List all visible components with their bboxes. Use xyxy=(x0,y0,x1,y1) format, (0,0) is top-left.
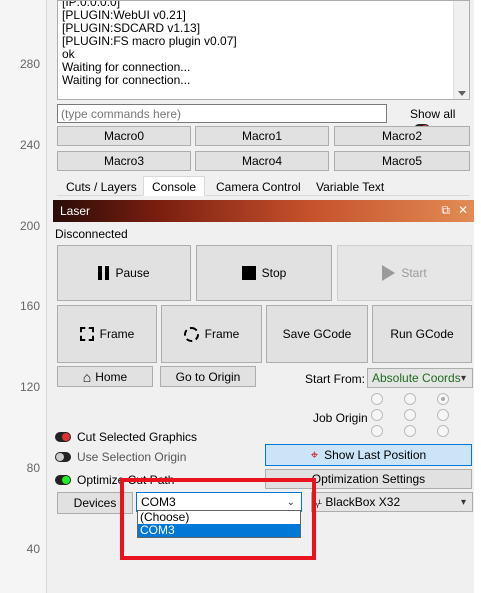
stop-label: Stop xyxy=(261,266,287,280)
tab-camera-control[interactable]: Camera Control xyxy=(207,176,310,196)
home-button[interactable]: ⌂ Home xyxy=(57,366,153,387)
ruler-tick: 40 xyxy=(26,542,40,556)
origin-radio-tl[interactable] xyxy=(371,393,383,405)
play-icon xyxy=(382,265,396,281)
toggle-icon[interactable] xyxy=(55,475,71,485)
go-to-origin-button[interactable]: Go to Origin xyxy=(160,366,256,387)
macro-button[interactable]: Macro0 xyxy=(57,126,191,146)
show-last-position-label: Show Last Position xyxy=(324,448,427,462)
toggle-icon[interactable] xyxy=(55,452,71,462)
crosshair-icon: ⌖ xyxy=(310,447,319,462)
highlight-annotation-box xyxy=(120,478,316,560)
canvas-edge xyxy=(473,0,481,593)
laser-window-header: Laser ⧉ ✕ xyxy=(53,200,474,222)
stop-icon xyxy=(241,266,256,280)
frame-circle-icon xyxy=(183,326,199,342)
start-label: Start xyxy=(401,266,427,280)
scroll-down-icon[interactable] xyxy=(458,91,466,96)
console-scrollbar[interactable] xyxy=(453,1,469,99)
show-all-label: Show all xyxy=(410,107,456,121)
console-line: [PLUGIN:FS macro plugin v0.07] xyxy=(62,34,237,48)
ruler-tick: 280 xyxy=(19,57,40,71)
origin-radio-bl[interactable] xyxy=(371,425,383,437)
toggle-icon[interactable] xyxy=(55,432,71,442)
origin-radio-tc[interactable] xyxy=(404,393,416,405)
pause-label: Pause xyxy=(115,266,150,280)
cut-selected-row[interactable]: Cut Selected Graphics xyxy=(55,430,197,444)
use-selection-origin-row[interactable]: Use Selection Origin xyxy=(55,450,186,464)
chevron-down-icon: ▾ xyxy=(460,497,466,508)
macro-button[interactable]: Macro3 xyxy=(57,151,191,171)
ruler-tick: 240 xyxy=(19,138,40,152)
macro-button[interactable]: Macro5 xyxy=(334,151,470,171)
restore-icon[interactable]: ⧉ xyxy=(441,203,450,218)
macro-button[interactable]: Macro4 xyxy=(195,151,329,171)
cut-selected-label: Cut Selected Graphics xyxy=(77,430,198,444)
device-icon: ᵧᴸ xyxy=(316,498,323,508)
origin-radio-mc[interactable] xyxy=(404,409,416,421)
ruler-tick: 200 xyxy=(19,219,40,233)
origin-radio-tr[interactable] xyxy=(437,393,449,405)
tab-bar: Cuts / Layers Console Camera Control Var… xyxy=(57,176,470,196)
ruler-tick: 160 xyxy=(19,299,40,313)
tab-console[interactable]: Console xyxy=(143,176,206,196)
home-icon: ⌂ xyxy=(82,368,92,385)
save-gcode-button[interactable]: Save GCode xyxy=(266,305,368,363)
tab-cuts-layers[interactable]: Cuts / Layers xyxy=(57,176,146,196)
close-icon[interactable]: ✕ xyxy=(458,203,468,217)
pause-icon xyxy=(98,266,110,280)
macro-button[interactable]: Macro2 xyxy=(334,126,470,146)
start-from-select[interactable]: Absolute Coords ▾ xyxy=(367,368,473,388)
frame-rect-icon xyxy=(79,327,94,341)
connection-status: Disconnected xyxy=(55,227,128,241)
command-input[interactable]: (type commands here) xyxy=(57,104,387,123)
start-button[interactable]: Start xyxy=(337,245,472,301)
origin-radio-br[interactable] xyxy=(437,425,449,437)
vertical-ruler: 280 240 200 160 120 80 40 xyxy=(0,0,47,593)
frame-rect-button[interactable]: Frame xyxy=(57,305,157,363)
chevron-down-icon: ▾ xyxy=(460,373,466,384)
device-select[interactable]: ᵧᴸ BlackBox X32 ▾ xyxy=(311,492,473,512)
job-origin-label: Job Origin xyxy=(313,411,368,425)
origin-radio-ml[interactable] xyxy=(371,409,383,421)
macro-button[interactable]: Macro1 xyxy=(195,126,329,146)
laser-title: Laser xyxy=(60,204,91,218)
ruler-tick: 80 xyxy=(26,461,40,475)
frame-circle-label: Frame xyxy=(204,327,240,341)
run-gcode-button[interactable]: Run GCode xyxy=(372,305,472,363)
stop-button[interactable]: Stop xyxy=(196,245,332,301)
pause-button[interactable]: Pause xyxy=(57,245,191,301)
device-value: BlackBox X32 xyxy=(325,495,401,509)
origin-radio-mr[interactable] xyxy=(437,409,449,421)
frame-circle-button[interactable]: Frame xyxy=(161,305,262,363)
frame-rect-label: Frame xyxy=(99,327,135,341)
start-from-label: Start From: xyxy=(305,372,366,386)
ruler-tick: 120 xyxy=(19,380,40,394)
show-last-position-button[interactable]: ⌖ Show Last Position xyxy=(265,444,472,466)
use-selection-origin-label: Use Selection Origin xyxy=(77,450,187,464)
console-output[interactable]: [IP:0.0.0.0] [PLUGIN:WebUI v0.21] [PLUGI… xyxy=(57,0,470,100)
origin-radio-bc[interactable] xyxy=(404,425,416,437)
home-label: Home xyxy=(95,369,128,384)
start-from-value: Absolute Coords xyxy=(372,371,461,385)
console-line: Waiting for connection... xyxy=(62,73,191,87)
tab-variable-text[interactable]: Variable Text xyxy=(307,176,393,196)
